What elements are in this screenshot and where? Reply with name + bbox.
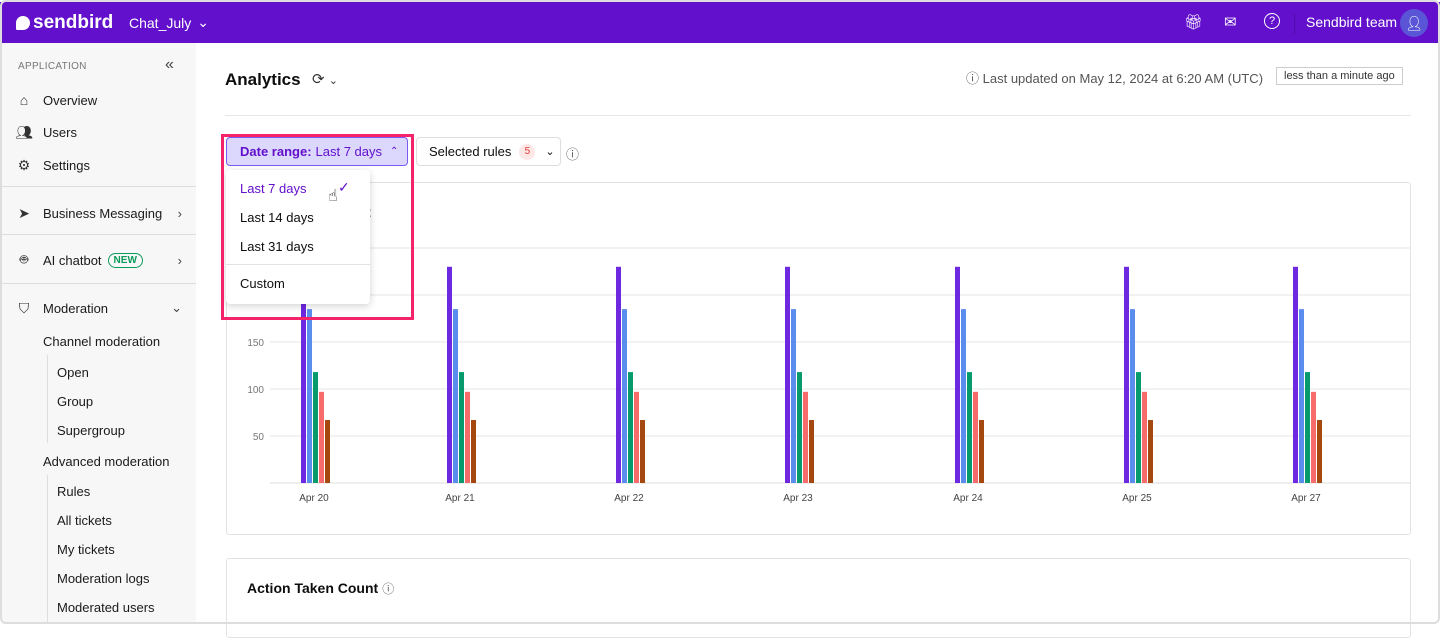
bar <box>307 309 312 483</box>
x-tick-label: Apr 22 <box>614 493 644 504</box>
option-last-31-days[interactable]: Last 31 days <box>240 239 314 254</box>
option-last-14-days[interactable]: Last 14 days <box>240 210 314 225</box>
bar-chart: 50100150200250Apr 20Apr 21Apr 22Apr 23Ap… <box>247 244 1410 504</box>
x-tick-label: Apr 23 <box>783 493 813 504</box>
bar <box>1311 391 1316 483</box>
bar <box>961 309 966 483</box>
bar <box>1136 372 1141 483</box>
bar <box>967 372 972 483</box>
x-tick-label: Apr 21 <box>445 493 475 504</box>
bar <box>1148 420 1153 483</box>
bar <box>634 391 639 483</box>
x-tick-label: Apr 20 <box>299 493 329 504</box>
y-tick-label: 50 <box>253 432 265 443</box>
bar <box>447 266 452 483</box>
bar <box>453 309 458 483</box>
bar <box>459 372 464 483</box>
x-tick-label: Apr 27 <box>1291 493 1321 504</box>
option-last-7-days[interactable]: Last 7 days <box>240 181 307 196</box>
bar <box>1299 309 1304 483</box>
check-icon: ✓ <box>338 179 350 195</box>
bar <box>785 266 790 483</box>
date-range-dropdown: Last 7 days ✓ ☝︎ Last 14 days Last 31 da… <box>226 170 370 304</box>
bar <box>973 391 978 483</box>
y-tick-label: 150 <box>247 338 264 349</box>
bar <box>622 309 627 483</box>
bar <box>1124 266 1129 483</box>
bar <box>979 420 984 483</box>
bar <box>471 420 476 483</box>
bar <box>809 420 814 483</box>
bar <box>465 391 470 483</box>
bar <box>1293 266 1298 483</box>
bar <box>803 391 808 483</box>
y-tick-label: 100 <box>247 385 264 396</box>
x-tick-label: Apr 24 <box>953 493 983 504</box>
bar <box>640 420 645 483</box>
bar <box>791 309 796 483</box>
bar <box>325 420 330 483</box>
divider <box>226 264 370 265</box>
bar <box>616 266 621 483</box>
info-icon[interactable]: ⓘ <box>382 582 394 596</box>
bar <box>955 266 960 483</box>
action-taken-title: Action Taken Count ⓘ <box>247 580 394 597</box>
x-tick-label: Apr 25 <box>1122 493 1152 504</box>
card-title-text: Action Taken Count <box>247 580 379 596</box>
bar <box>1142 391 1147 483</box>
pointer-cursor-icon: ☝︎ <box>328 188 338 205</box>
bar <box>1317 420 1322 483</box>
action-taken-card <box>226 558 1411 638</box>
option-custom[interactable]: Custom <box>240 276 285 291</box>
bar <box>1305 372 1310 483</box>
bar <box>319 391 324 483</box>
bar <box>313 372 318 483</box>
bar <box>628 372 633 483</box>
bar <box>797 372 802 483</box>
bar <box>1130 309 1135 483</box>
